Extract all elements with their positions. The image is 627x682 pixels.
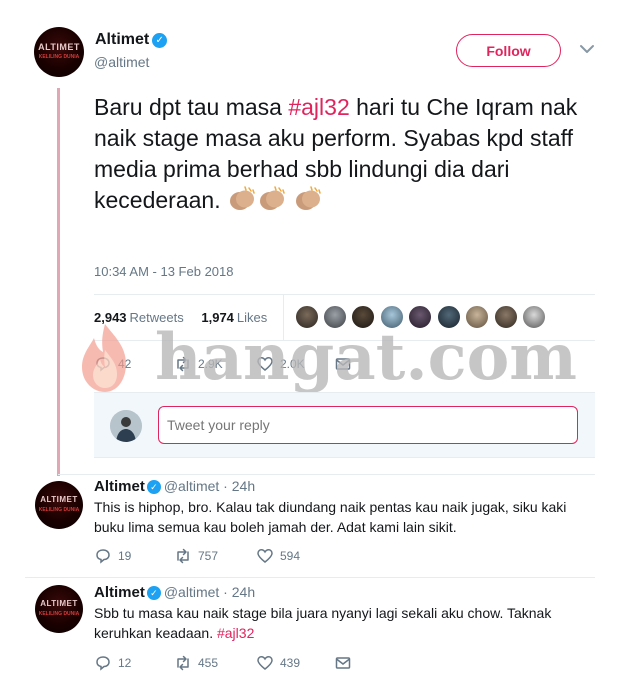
- reply-text-part: Sbb tu masa kau naik stage bila juara ny…: [94, 605, 552, 641]
- likes-label: Likes: [236, 310, 268, 325]
- reply-time[interactable]: 24h: [232, 584, 255, 600]
- avatar-logo-subtext: KELILING DUNIA: [38, 54, 80, 60]
- liker-avatar[interactable]: [351, 305, 375, 329]
- reply-text: Sbb tu masa kau naik stage bila juara ny…: [94, 603, 574, 643]
- avatar-logo-text: ALTIMET: [40, 495, 78, 504]
- author-handle[interactable]: @altimet: [94, 54, 149, 70]
- retweets-label: Retweets: [129, 310, 184, 325]
- like-action[interactable]: 2.0K: [256, 355, 305, 373]
- reply-author-name[interactable]: Altimet: [94, 584, 145, 601]
- avatar-logo-text: ALTIMET: [38, 42, 80, 52]
- reply-count: 12: [118, 656, 132, 670]
- avatar-logo-subtext: KELILING DUNIA: [38, 611, 80, 617]
- verified-badge-icon: ✓: [146, 586, 161, 600]
- reply-author-avatar[interactable]: ALTIMET KELILING DUNIA: [35, 481, 83, 529]
- like-action[interactable]: 594: [256, 547, 300, 565]
- reply-text: This is hiphop, bro. Kalau tak diundang …: [94, 499, 567, 535]
- avatar-logo-subtext: KELILING DUNIA: [38, 507, 80, 513]
- clapping-hands-emoji: [227, 186, 257, 212]
- hashtag-link[interactable]: #ajl32: [217, 625, 254, 641]
- reply-count: 19: [118, 549, 132, 563]
- reply-composer: [94, 392, 595, 458]
- like-action[interactable]: 439: [256, 654, 300, 672]
- reply-author-handle[interactable]: @altimet: [164, 478, 219, 494]
- heart-icon: [257, 549, 273, 563]
- divider: [94, 340, 595, 341]
- message-action[interactable]: [334, 654, 352, 672]
- reply-icon: [96, 357, 110, 372]
- liker-avatar[interactable]: [295, 305, 319, 329]
- liker-avatar[interactable]: [465, 305, 489, 329]
- heart-icon: [257, 656, 273, 670]
- chevron-down-icon[interactable]: [578, 40, 596, 58]
- clapping-hands-emoji: [257, 186, 287, 212]
- reply-author-avatar[interactable]: ALTIMET KELILING DUNIA: [35, 585, 83, 633]
- message-action[interactable]: [334, 355, 352, 373]
- reply-time[interactable]: 24h: [232, 478, 255, 494]
- liker-avatar[interactable]: [494, 305, 518, 329]
- retweet-count: 757: [198, 549, 219, 563]
- retweet-action[interactable]: 757: [174, 547, 218, 565]
- reply-header: Altimet ✓ @altimet · 24h: [94, 478, 256, 495]
- stats-separator: [283, 294, 284, 340]
- retweet-count: 2.9K: [198, 357, 223, 371]
- watermark: hangat.com: [70, 318, 577, 396]
- reply-action[interactable]: 42: [94, 355, 131, 373]
- retweet-icon: [177, 356, 189, 372]
- reply-icon: [96, 549, 110, 564]
- like-count: 439: [280, 656, 301, 670]
- retweet-icon: [177, 548, 189, 564]
- user-silhouette-icon: [110, 410, 142, 442]
- tweet-text: Baru dpt tau masa #ajl32 hari tu Che Iqr…: [94, 92, 600, 216]
- reply-header: Altimet ✓ @altimet · 24h: [94, 584, 256, 601]
- tweet-stats: 2,943 Retweets 1,974 Likes: [94, 310, 267, 325]
- reply-author-name[interactable]: Altimet: [94, 478, 145, 495]
- envelope-icon: [335, 358, 351, 370]
- liker-avatar[interactable]: [408, 305, 432, 329]
- retweets-stat[interactable]: 2,943 Retweets: [94, 310, 184, 325]
- hashtag-link[interactable]: #ajl32: [288, 94, 349, 120]
- author-avatar[interactable]: ALTIMET KELILING DUNIA: [34, 27, 84, 77]
- divider: [25, 577, 595, 578]
- verified-badge-icon: ✓: [152, 33, 168, 48]
- retweet-count: 2,943: [94, 310, 127, 325]
- author-name-row[interactable]: Altimet ✓: [95, 31, 168, 49]
- reply-action[interactable]: 12: [94, 654, 131, 672]
- retweet-icon: [177, 655, 189, 671]
- tweet-timestamp[interactable]: 10:34 AM - 13 Feb 2018: [94, 264, 233, 279]
- heart-icon: [257, 357, 273, 371]
- divider: [94, 294, 595, 295]
- tweet-text-part: Baru dpt tau masa: [94, 94, 289, 120]
- likes-stat[interactable]: 1,974 Likes: [201, 310, 267, 325]
- like-count-action: 2.0K: [280, 357, 305, 371]
- reply-input[interactable]: [158, 406, 578, 444]
- envelope-icon: [335, 657, 351, 669]
- thread-line: [57, 88, 60, 476]
- reply-author-handle[interactable]: @altimet: [164, 584, 219, 600]
- author-name[interactable]: Altimet: [95, 31, 149, 48]
- liker-avatar[interactable]: [522, 305, 546, 329]
- retweet-count: 455: [198, 656, 219, 670]
- reply-action[interactable]: 19: [94, 547, 131, 565]
- reply-count: 42: [118, 357, 132, 371]
- liker-avatar[interactable]: [437, 305, 461, 329]
- liker-avatar[interactable]: [323, 305, 347, 329]
- retweet-action[interactable]: 2.9K: [174, 355, 223, 373]
- reply-icon: [96, 656, 110, 671]
- liker-avatar[interactable]: [380, 305, 404, 329]
- retweet-action[interactable]: 455: [174, 654, 218, 672]
- like-count: 1,974: [201, 310, 234, 325]
- like-count: 594: [280, 549, 301, 563]
- divider: [58, 474, 595, 475]
- current-user-avatar[interactable]: [110, 410, 142, 442]
- clapping-hands-emoji: [293, 186, 323, 212]
- follow-button[interactable]: Follow: [456, 34, 561, 67]
- avatar-logo-text: ALTIMET: [40, 599, 78, 608]
- verified-badge-icon: ✓: [146, 480, 161, 494]
